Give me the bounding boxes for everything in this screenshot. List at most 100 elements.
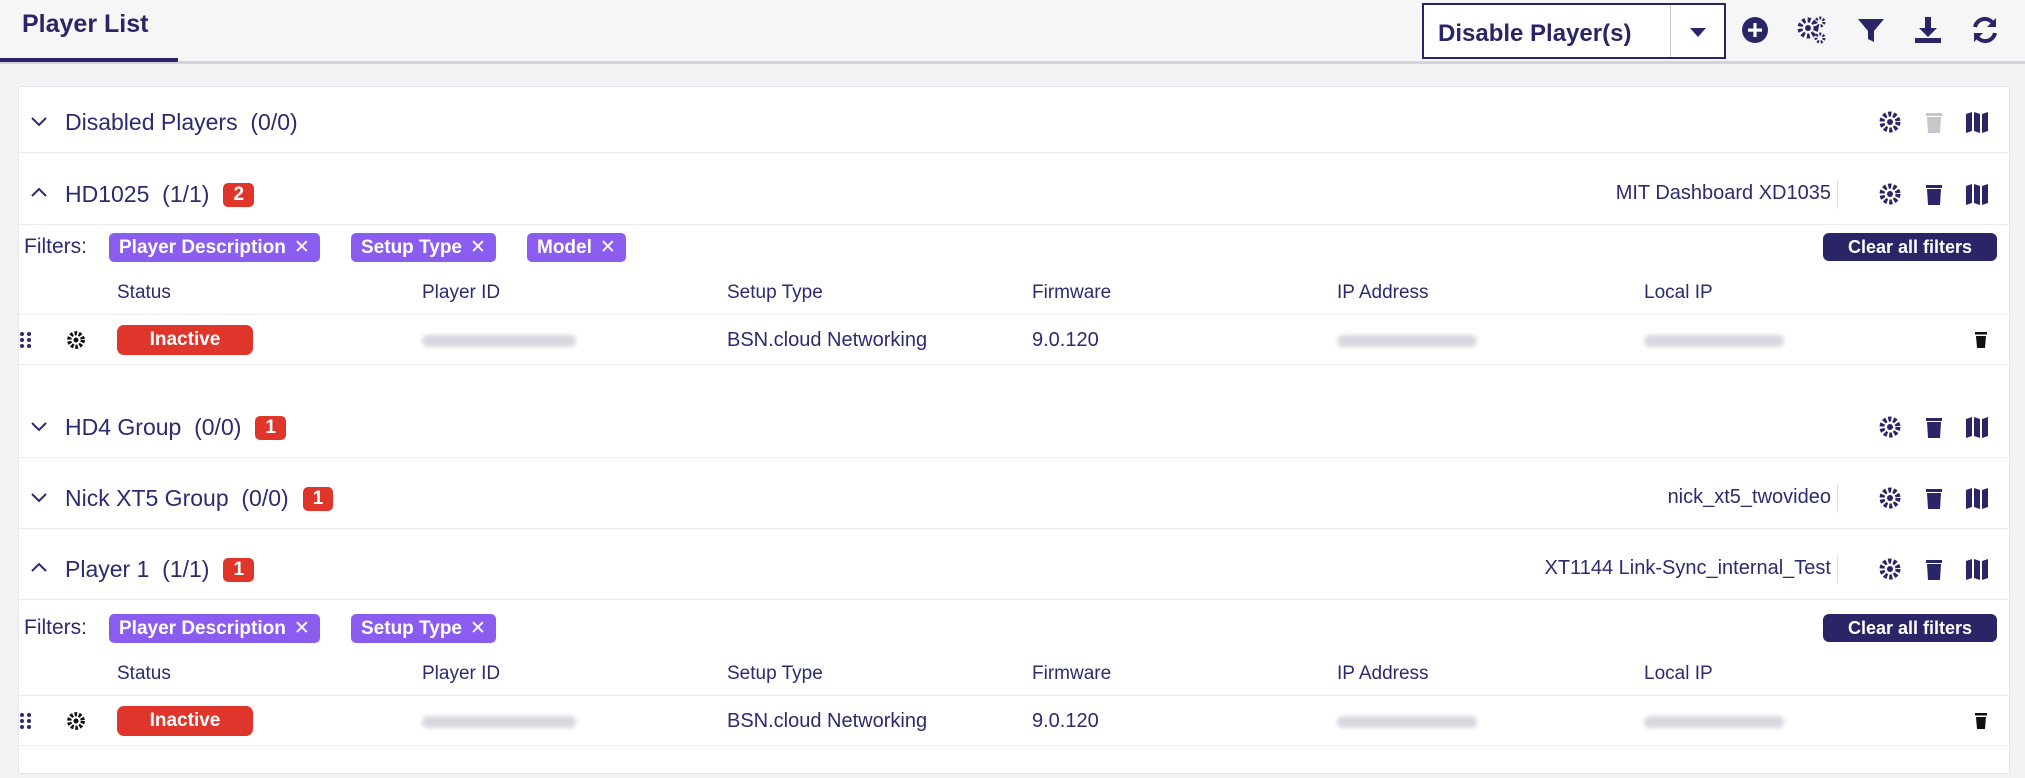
group-name: HD4 Group (0/0) 1 (65, 414, 286, 441)
close-icon: ✕ (470, 237, 486, 258)
trash-icon[interactable] (1973, 331, 1989, 349)
group-name: Nick XT5 Group (0/0) 1 (65, 485, 334, 512)
table-row[interactable]: Inactive BSN.cloud Networking 9.0.120 (19, 315, 2011, 365)
refresh-icon[interactable] (1969, 14, 2001, 46)
status-badge: Inactive (117, 706, 253, 736)
trash-icon (1926, 113, 1942, 133)
gears-icon[interactable] (1796, 14, 1828, 46)
filters-label: Filters: (24, 235, 87, 258)
group-name: Disabled Players (0/0) (65, 109, 298, 135)
close-icon: ✕ (470, 618, 486, 639)
dropdown-divider (1670, 5, 1671, 57)
group-description: nick_xt5_twovideo (1667, 486, 1831, 508)
map-icon[interactable] (1964, 414, 1990, 440)
clear-filters-button[interactable]: Clear all filters (1823, 614, 1997, 642)
redacted-player-id (422, 716, 576, 728)
group-row-player-1[interactable]: Player 1 (1/1) 1 XT1144 Link-Sync_interna… (19, 538, 2011, 600)
redacted-player-id (422, 335, 576, 347)
table-header: Status Player ID Setup Type Firmware IP … (19, 652, 2011, 696)
toolbar: Player List Disable Player(s) (0, 0, 2025, 64)
group-row-hd4-group[interactable]: HD4 Group (0/0) 1 (19, 396, 2011, 458)
count-badge: 1 (223, 558, 255, 582)
tab-player-list[interactable]: Player List (0, 0, 178, 62)
gear-icon[interactable] (1877, 181, 1903, 207)
group-description: MIT Dashboard XD1035 (1615, 182, 1831, 204)
count-badge: 1 (302, 487, 334, 511)
table-header: Status Player ID Setup Type Firmware IP … (19, 271, 2011, 315)
count-badge: 2 (223, 183, 255, 207)
redacted-ip-address (1337, 716, 1477, 728)
group-row-nick-xt5-group[interactable]: Nick XT5 Group (0/0) 1 nick_xt5_twovideo (19, 467, 2011, 529)
gear-icon[interactable] (1877, 109, 1903, 135)
map-icon[interactable] (1964, 556, 1990, 582)
close-icon: ✕ (293, 618, 310, 639)
column-header[interactable]: IP Address (1337, 663, 1429, 685)
gear-icon[interactable] (1877, 414, 1903, 440)
divider (1837, 179, 1838, 209)
setup-type-cell: BSN.cloud Networking (727, 710, 928, 732)
chevron-up-icon[interactable] (29, 560, 49, 576)
group-name: Player 1 (1/1) 1 (65, 556, 255, 583)
close-icon: ✕ (599, 237, 616, 258)
column-header[interactable]: Local IP (1644, 663, 1713, 685)
column-header[interactable]: Firmware (1032, 663, 1111, 685)
clear-filters-button[interactable]: Clear all filters (1823, 233, 1997, 261)
chevron-down-icon[interactable] (29, 418, 49, 434)
column-header[interactable]: Firmware (1032, 282, 1111, 304)
redacted-local-ip (1644, 335, 1784, 347)
trash-icon[interactable] (1973, 712, 1989, 730)
gear-icon[interactable] (65, 710, 87, 732)
filter-chip[interactable]: Player Description ✕ (109, 614, 320, 643)
filter-chip[interactable]: Setup Type ✕ (351, 233, 496, 262)
add-circle-icon[interactable] (1739, 14, 1771, 46)
column-header[interactable]: Local IP (1644, 282, 1713, 304)
redacted-local-ip (1644, 716, 1784, 728)
group-list: Disabled Players (0/0) HD1025 (1/1) 2 MIT… (18, 86, 2011, 774)
filters-label: Filters: (24, 616, 87, 639)
chevron-down-icon[interactable] (29, 489, 49, 505)
close-icon: ✕ (293, 237, 310, 258)
filter-icon[interactable] (1855, 14, 1887, 46)
column-header[interactable]: Player ID (422, 663, 500, 685)
count-badge: 1 (255, 416, 286, 440)
group-description: XT1144 Link-Sync_internal_Test (1544, 557, 1831, 579)
trash-icon[interactable] (1921, 556, 1947, 582)
firmware-cell: 9.0.120 (1032, 329, 1099, 351)
filter-chip[interactable]: Player Description ✕ (109, 233, 320, 262)
action-dropdown-label: Disable Player(s) (1438, 20, 1632, 47)
chevron-down-icon[interactable] (1690, 28, 1706, 37)
action-dropdown[interactable]: Disable Player(s) (1422, 3, 1726, 59)
map-icon[interactable] (1964, 109, 1990, 135)
group-row-disabled-players[interactable]: Disabled Players (0/0) (19, 91, 2011, 153)
drag-handle-icon[interactable] (19, 712, 33, 730)
column-header[interactable]: Status (117, 282, 171, 304)
setup-type-cell: BSN.cloud Networking (727, 329, 928, 351)
column-header[interactable]: IP Address (1337, 282, 1429, 304)
map-icon[interactable] (1964, 485, 1990, 511)
column-header[interactable]: Status (117, 663, 171, 685)
chevron-down-icon[interactable] (29, 113, 49, 129)
gear-icon[interactable] (1877, 556, 1903, 582)
trash-icon[interactable] (1921, 181, 1947, 207)
firmware-cell: 9.0.120 (1032, 710, 1099, 732)
map-icon[interactable] (1964, 181, 1990, 207)
drag-handle-icon[interactable] (19, 331, 33, 349)
column-header[interactable]: Player ID (422, 282, 500, 304)
chevron-up-icon[interactable] (29, 185, 49, 201)
status-badge: Inactive (117, 325, 253, 355)
gear-icon[interactable] (1877, 485, 1903, 511)
download-icon[interactable] (1912, 14, 1944, 46)
filter-chip[interactable]: Setup Type ✕ (351, 614, 496, 643)
gear-icon[interactable] (65, 329, 87, 351)
group-name: HD1025 (1/1) 2 (65, 181, 255, 208)
table-row[interactable]: Inactive BSN.cloud Networking 9.0.120 (19, 696, 2011, 746)
divider (1837, 483, 1838, 513)
group-row-hd1025[interactable]: HD1025 (1/1) 2 MIT Dashboard XD1035 (19, 163, 2011, 225)
column-header[interactable]: Setup Type (727, 663, 823, 685)
filter-chip[interactable]: Model ✕ (527, 233, 626, 262)
trash-icon[interactable] (1921, 414, 1947, 440)
filters-bar: Filters: Player Description ✕ Setup Type ✕… (19, 225, 2011, 271)
column-header[interactable]: Setup Type (727, 282, 823, 304)
redacted-ip-address (1337, 335, 1477, 347)
trash-icon[interactable] (1921, 485, 1947, 511)
